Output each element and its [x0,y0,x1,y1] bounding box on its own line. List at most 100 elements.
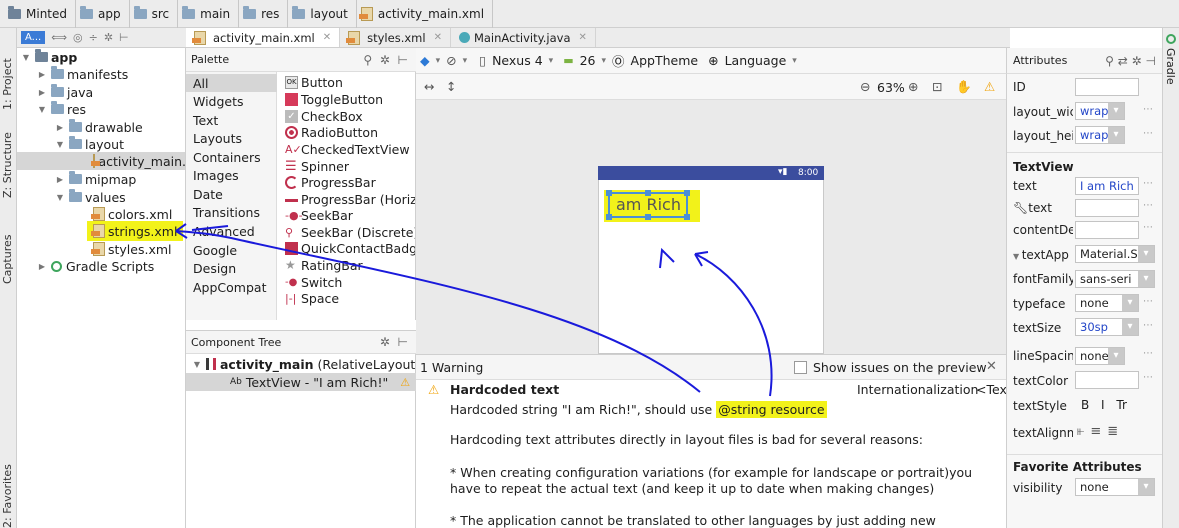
tree-item-manifests[interactable]: ▶ manifests [37,65,128,83]
category-design[interactable]: Design [193,261,236,276]
palette-item-button[interactable]: OK Button [285,75,343,90]
string-resource-link[interactable]: @string resource [716,401,827,418]
resize-handle[interactable] [684,190,690,196]
palette-item-progressbar-horizontal[interactable]: ProgressBar (Horizo [285,192,415,207]
more-icon[interactable]: ⋯ [1143,348,1153,359]
attr-textalignment-buttons[interactable]: ⫦≡≣ [1077,424,1124,439]
resize-handle[interactable] [645,190,651,196]
resize-handle[interactable] [645,214,651,220]
more-icon[interactable]: ⋯ [1143,128,1153,139]
close-icon[interactable]: ✕ [986,359,997,374]
close-icon[interactable]: ✕ [434,32,442,43]
sync-icon[interactable]: ⟺ [51,31,67,44]
component-root[interactable]: ▼ activity_main (RelativeLayout) [192,355,420,373]
category-all[interactable]: All [193,76,209,91]
category-advanced[interactable]: Advanced [193,224,255,239]
attr-textcolor-field[interactable] [1075,371,1139,389]
language-selector[interactable]: Language [725,53,787,68]
palette-item-radiobutton[interactable]: RadioButton [285,125,378,140]
palette-item-spinner[interactable]: ☰ Spinner [285,159,349,174]
palette-item-seekbar[interactable]: -●- SeekBar [285,208,353,223]
tree-item-java[interactable]: ▶ java [37,83,93,101]
chevron-down-icon[interactable]: ▾ [549,56,554,66]
textview-selection[interactable]: am Rich [606,190,690,220]
resize-vertical-icon[interactable]: ↕ [446,79,456,94]
category-containers[interactable]: Containers [193,150,261,165]
zoom-out-icon[interactable]: ⊖ [860,79,870,94]
component-textview[interactable]: Ab TextView - "I am Rich!" ⚠ [186,373,416,391]
target-icon[interactable]: ◎ [73,31,83,44]
theme-selector[interactable]: AppTheme [631,53,699,68]
category-layouts[interactable]: Layouts [193,131,242,146]
orientation-icon[interactable]: ⊘ [446,53,456,68]
attr-linespacing-dropdown[interactable]: none [1075,347,1125,365]
show-issues-checkbox[interactable] [794,361,807,374]
palette-item-quickcontactbadge[interactable]: QuickContactBadge [285,241,415,256]
tree-item-layout[interactable]: ▼ layout [55,135,124,153]
pan-hand-icon[interactable]: ✋ [956,79,972,95]
tool-tab-gradle[interactable]: Gradle [1164,48,1177,85]
project-view-selector[interactable]: A... [21,31,46,44]
attr-textappearance-dropdown[interactable]: Material.S [1075,245,1155,263]
more-icon[interactable]: ⋯ [1143,222,1153,233]
zoom-in-icon[interactable]: ⊕ [908,79,918,94]
tool-tab-captures[interactable]: Captures [1,235,14,284]
tab-activity-main[interactable]: activity_main.xml ✕ [186,28,341,47]
attr-id-field[interactable] [1075,78,1139,96]
chevron-down-icon[interactable]: ▾ [602,56,607,66]
resize-handle[interactable] [606,190,612,196]
attr-layout-width-dropdown[interactable]: wrap_ [1075,102,1125,120]
tree-item-strings[interactable]: strings.xml [87,221,184,241]
palette-item-switch[interactable]: -● Switch [285,275,342,290]
breadcrumb-item-res[interactable]: res [239,0,289,28]
tab-styles[interactable]: styles.xml ✕ [340,28,451,47]
align-right-icon[interactable]: ≣ [1107,424,1124,439]
category-images[interactable]: Images [193,168,239,183]
gear-icon[interactable]: ✲ [104,31,113,44]
category-appcompat[interactable]: AppCompat [193,280,266,295]
attr-fontfamily-dropdown[interactable]: sans-seri [1075,270,1155,288]
tool-tab-project[interactable]: 1: Project [1,58,14,110]
warning-icon[interactable]: ⚠ [984,79,995,94]
collapse-icon[interactable]: ÷ [89,31,98,44]
breadcrumb-item-file[interactable]: activity_main.xml [357,0,494,28]
palette-item-progressbar[interactable]: ProgressBar [285,175,376,190]
category-text[interactable]: Text [193,113,218,128]
gear-icon[interactable]: ✲ [380,53,390,67]
category-transitions[interactable]: Transitions [193,205,260,220]
tool-tab-favorites[interactable]: 2: Favorites [1,464,14,528]
search-icon[interactable]: ⚲ [1105,54,1114,68]
category-date[interactable]: Date [193,187,223,202]
attr-textsize-dropdown[interactable]: 30sp [1075,318,1139,336]
attr-visibility-dropdown[interactable]: none [1075,478,1155,496]
close-icon[interactable]: ✕ [323,32,331,43]
palette-item-togglebutton[interactable]: ToggleButton [285,92,383,107]
zoom-fit-icon[interactable]: ⊡ [932,79,942,94]
search-icon[interactable]: ⚲ [363,53,372,67]
gear-icon[interactable]: ✲ [380,335,390,349]
attr-tools-text-field[interactable] [1075,199,1139,217]
tab-main-activity[interactable]: MainActivity.java ✕ [451,28,596,47]
gear-icon[interactable]: ✲ [1132,54,1142,68]
breadcrumb-item-layout[interactable]: layout [288,0,357,28]
chevron-down-icon[interactable]: ▾ [463,56,468,66]
more-icon[interactable]: ⋯ [1143,320,1153,331]
breadcrumb-item-main[interactable]: main [178,0,240,28]
attr-typeface-dropdown[interactable]: none [1075,294,1139,312]
tree-item-app[interactable]: ▼ app [21,48,77,66]
tree-item-res[interactable]: ▼ res [37,100,86,118]
align-center-icon[interactable]: ≡ [1090,424,1107,439]
breadcrumb-item-app[interactable]: app [76,0,130,28]
attr-contentdescription-field[interactable] [1075,221,1139,239]
category-widgets[interactable]: Widgets [193,94,244,109]
api-selector[interactable]: 26 [580,53,596,68]
tool-tab-structure[interactable]: Z: Structure [1,132,14,198]
tree-item-values[interactable]: ▼ values [55,188,126,206]
tree-item-mipmap[interactable]: ▶ mipmap [55,170,136,188]
palette-item-ratingbar[interactable]: ★ RatingBar [285,258,363,273]
hide-icon[interactable]: ⊢ [398,53,408,67]
chevron-down-icon[interactable]: ▾ [436,56,441,66]
hide-icon[interactable]: ⊣ [1146,54,1156,68]
device-selector[interactable]: Nexus 4 [492,53,543,68]
palette-item-space[interactable]: |-| Space [285,291,339,306]
